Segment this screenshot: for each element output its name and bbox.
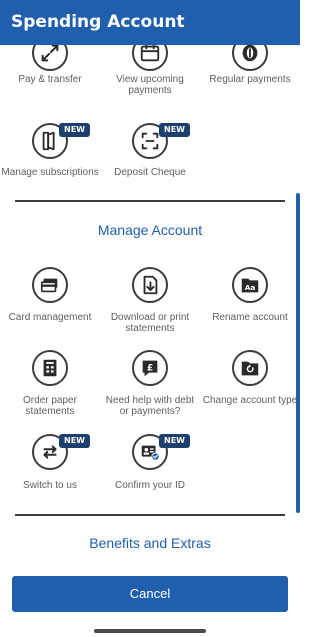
- tile-label: Pay & transfer: [18, 74, 82, 85]
- switch-to-us-tile[interactable]: NEW Switch to us: [0, 434, 100, 498]
- tile-label: Confirm your ID: [114, 480, 185, 491]
- tile-label: Change account type: [202, 395, 298, 406]
- order-paper-statements-tile[interactable]: Order paper statements: [0, 350, 100, 422]
- confirm-your-id-tile[interactable]: NEW Confirm your ID: [100, 434, 200, 498]
- scroll-content[interactable]: Pay & transfer View upcoming payments Re…: [0, 45, 300, 563]
- download-statements-tile[interactable]: Download or print statements: [100, 267, 200, 339]
- tile-label: Order paper statements: [23, 395, 77, 417]
- card-icon: [32, 267, 68, 303]
- app-header: Spending Account: [0, 0, 300, 45]
- section-divider: [15, 200, 285, 202]
- svg-text:£: £: [147, 362, 153, 373]
- home-indicator[interactable]: [94, 629, 206, 633]
- tile-label: Card management: [8, 312, 92, 323]
- view-upcoming-payments-tile[interactable]: View upcoming payments: [100, 45, 200, 96]
- tile-label: Switch to us: [23, 480, 77, 491]
- tile-label: Deposit Cheque: [114, 167, 186, 178]
- new-badge: NEW: [159, 434, 190, 448]
- change-type-icon: [232, 350, 268, 386]
- card-management-tile[interactable]: Card management: [0, 267, 100, 339]
- tile-label: Rename account: [212, 312, 288, 323]
- tile-label: Download or print statements: [110, 312, 190, 334]
- regular-payments-tile[interactable]: Regular payments: [200, 45, 300, 95]
- tile-label: View upcoming payments: [116, 74, 184, 96]
- new-badge: NEW: [59, 434, 90, 448]
- rename-icon: Aa: [232, 267, 268, 303]
- manage-account-heading: Manage Account: [97, 222, 203, 238]
- regular-payments-icon: [232, 45, 268, 71]
- change-account-type-tile[interactable]: Change account type: [200, 350, 300, 422]
- cancel-button[interactable]: Cancel: [12, 576, 288, 612]
- new-badge: NEW: [59, 123, 90, 137]
- benefits-heading: Benefits and Extras: [89, 535, 211, 551]
- debt-help-tile[interactable]: £ Need help with debt or payments?: [100, 350, 200, 422]
- manage-subscriptions-tile[interactable]: NEW Manage subscriptions: [0, 123, 100, 193]
- deposit-cheque-tile[interactable]: NEW Deposit Cheque: [100, 123, 200, 193]
- debt-help-icon: £: [132, 350, 168, 386]
- section-divider: [15, 514, 285, 516]
- tile-label: Manage subscriptions: [1, 167, 99, 178]
- calendar-icon: [132, 45, 168, 71]
- download-icon: [132, 267, 168, 303]
- scrollbar-thumb[interactable]: [296, 193, 300, 513]
- tile-label: Need help with debt or payments?: [105, 395, 195, 417]
- statement-icon: [32, 350, 68, 386]
- rename-account-tile[interactable]: Aa Rename account: [200, 267, 300, 339]
- pay-transfer-icon: [32, 45, 68, 71]
- tile-label: Regular payments: [209, 74, 291, 85]
- page-title: Spending Account: [11, 12, 185, 32]
- new-badge: NEW: [159, 123, 190, 137]
- pay-transfer-tile[interactable]: Pay & transfer: [0, 45, 100, 95]
- svg-text:Aa: Aa: [245, 283, 256, 292]
